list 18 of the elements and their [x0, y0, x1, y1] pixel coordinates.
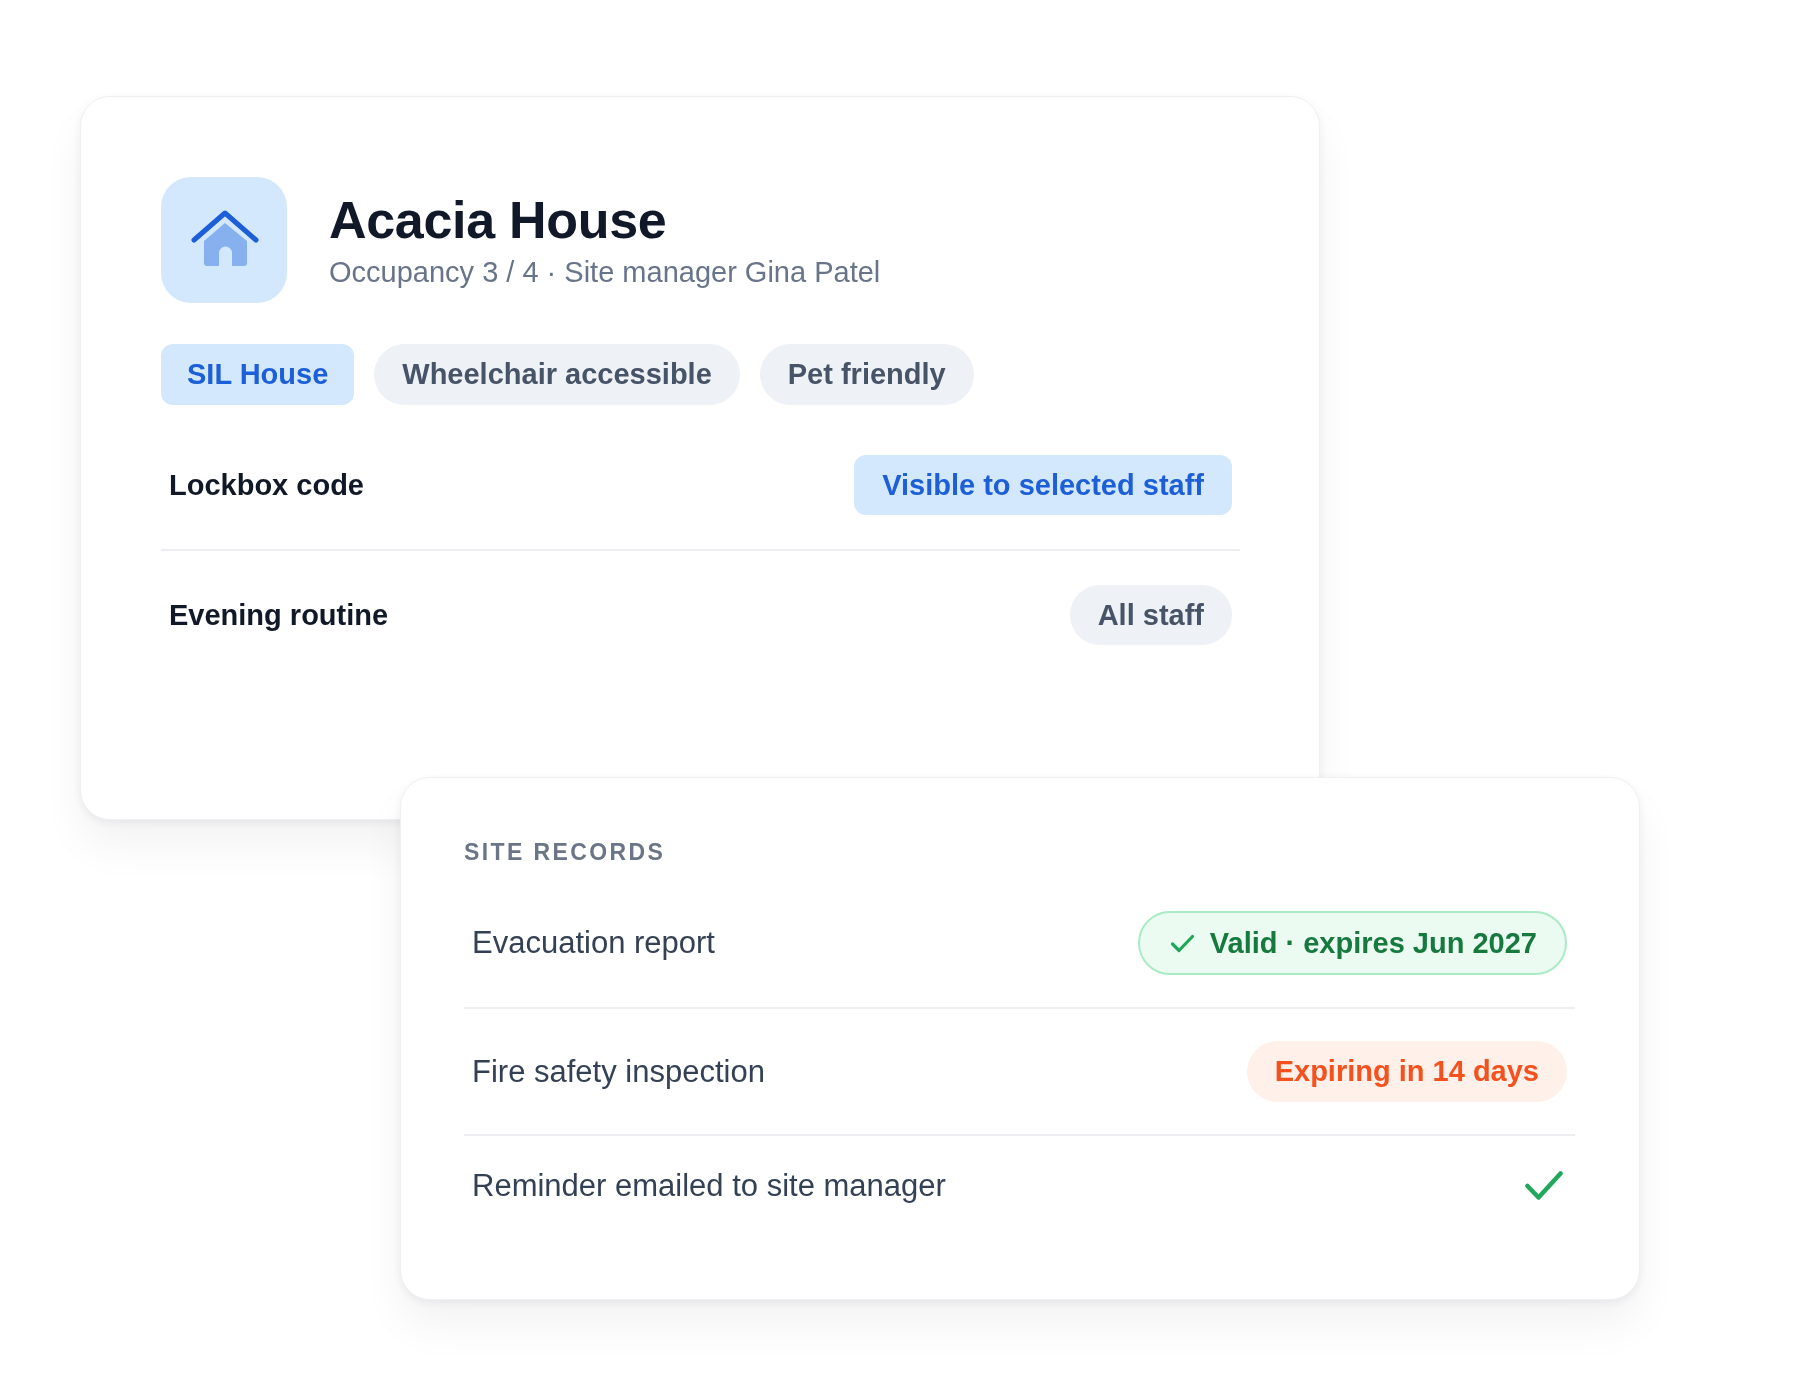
field-label: Lockbox code: [169, 468, 364, 502]
field-label: Evening routine: [169, 598, 389, 632]
check-icon: [1169, 933, 1195, 953]
record-name: Evacuation report: [472, 925, 715, 961]
section-heading: SITE RECORDS: [464, 839, 667, 865]
status-text: Expiring in 14 days: [1274, 1055, 1539, 1088]
house-icon: [161, 177, 287, 303]
visibility-badge: All staff: [1069, 585, 1232, 645]
check-icon: [1525, 1171, 1563, 1201]
property-subtitle: Occupancy 3 / 4 · Site manager Gina Patel: [329, 255, 881, 290]
tag: Wheelchair accessible: [374, 344, 740, 405]
record-name: Reminder emailed to site manager: [472, 1168, 946, 1204]
property-title: Acacia House: [329, 190, 668, 250]
status-text: Valid · expires Jun 2027: [1209, 926, 1537, 960]
visibility-badge: Visible to selected staff: [854, 455, 1232, 515]
record-name: Fire safety inspection: [472, 1053, 765, 1090]
tag: Pet friendly: [759, 344, 974, 405]
tag: SIL House: [161, 344, 355, 405]
